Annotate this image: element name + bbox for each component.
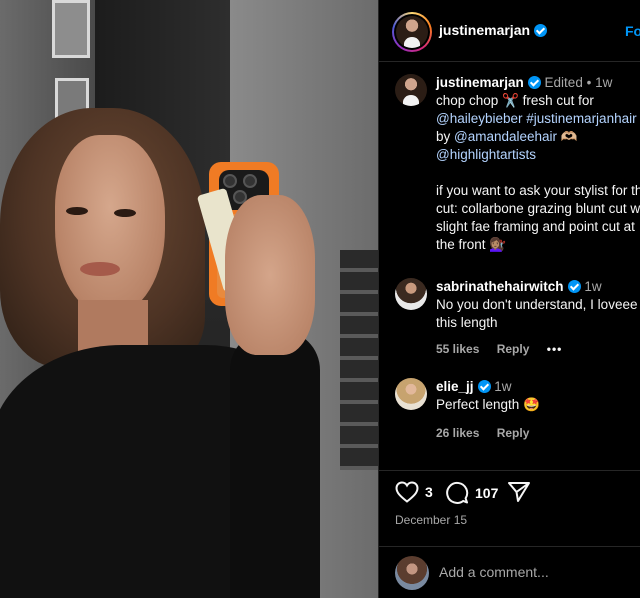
- post-date[interactable]: December 15: [395, 513, 467, 527]
- add-comment-input[interactable]: Add a comment...: [439, 564, 549, 580]
- caption-line: if you want to ask your stylist for this: [436, 183, 640, 198]
- comment-text: sabrinathehairwitch 1w No you don't unde…: [436, 278, 640, 332]
- comment-time[interactable]: 1w: [584, 279, 601, 294]
- comment-meta: 26 likes Reply: [436, 426, 543, 440]
- commenter-username[interactable]: sabrinathehairwitch: [436, 279, 564, 294]
- comment-line: this length: [436, 315, 498, 330]
- comment-line: No you don't understand, I loveee: [436, 297, 638, 312]
- commenter-username[interactable]: elie_jj: [436, 379, 474, 394]
- comment-line: Perfect length 🤩: [436, 397, 540, 412]
- hashtag-link[interactable]: #justinemarjanhair: [526, 111, 636, 126]
- caption-line: chop chop ✂️ fresh cut for: [436, 92, 640, 110]
- current-user-avatar: [395, 556, 429, 590]
- caption-time[interactable]: 1w: [595, 75, 612, 90]
- mention-link[interactable]: @highlightartists: [436, 147, 536, 162]
- caption-by-text: by: [436, 129, 451, 144]
- like-count[interactable]: 3: [425, 484, 433, 500]
- add-comment-bar: Add a comment...: [379, 546, 640, 598]
- photo-lips: [80, 262, 120, 276]
- post-actions: 3 107 December 15 Add a comment...: [379, 470, 640, 598]
- comment-meta: 55 likes Reply •••: [436, 342, 576, 356]
- like-button[interactable]: 3: [395, 481, 433, 503]
- comment-text: elie_jj 1w Perfect length 🤩: [436, 378, 640, 414]
- mention-link[interactable]: @amandaleehair: [454, 129, 557, 144]
- photo-arm: [230, 330, 320, 598]
- photo-eye: [66, 207, 88, 215]
- photo-staircase: [340, 250, 378, 470]
- commenter-avatar[interactable]: [395, 378, 427, 410]
- caption-line: @highlightartists: [436, 146, 640, 164]
- comment-bubble-icon[interactable]: [445, 481, 469, 505]
- caption-line: the front 💇🏽‍♀️: [436, 237, 507, 252]
- author-username-link[interactable]: justinemarjan: [439, 22, 548, 38]
- follow-button[interactable]: Fo: [625, 23, 640, 39]
- reply-button[interactable]: Reply: [497, 426, 530, 440]
- share-paper-plane-icon[interactable]: [507, 481, 531, 503]
- photo-face: [55, 135, 165, 315]
- photo-eye: [114, 209, 136, 217]
- edited-label: Edited: [544, 75, 583, 90]
- comment-likes[interactable]: 55 likes: [436, 342, 479, 356]
- share-button[interactable]: [507, 481, 531, 503]
- verified-badge-icon: [534, 24, 548, 37]
- comments-scroll-area[interactable]: justinemarjan Edited • 1w chop chop ✂️ f…: [379, 62, 640, 470]
- comment-time[interactable]: 1w: [494, 379, 511, 394]
- author-avatar[interactable]: [392, 12, 432, 52]
- photo-wall-frame: [52, 0, 90, 58]
- heart-hands-emoji: 🫶🏼: [560, 129, 578, 144]
- heart-icon[interactable]: [395, 481, 419, 503]
- caption-text: justinemarjan Edited • 1w chop chop ✂️ f…: [436, 74, 640, 254]
- post-photo[interactable]: [0, 0, 378, 598]
- verified-badge-icon: [567, 280, 581, 293]
- caption-line: slight fae framing and point cut at: [436, 219, 635, 234]
- separator: •: [586, 75, 592, 90]
- caption-line: @haileybieber #justinemarjanhair: [436, 110, 640, 128]
- caption-line: by @amandaleehair 🫶🏼: [436, 128, 640, 146]
- comment-button[interactable]: 107: [445, 481, 498, 505]
- mention-link[interactable]: @haileybieber: [436, 111, 523, 126]
- comment-likes[interactable]: 26 likes: [436, 426, 479, 440]
- post-header: justinemarjan Fo: [379, 0, 640, 62]
- verified-badge-icon: [477, 380, 491, 393]
- photo-hand: [225, 195, 315, 355]
- more-options-icon[interactable]: •••: [547, 342, 563, 356]
- caption-line: cut: collarbone grazing blunt cut with: [436, 201, 640, 216]
- caption-line-text: chop chop ✂️ fresh cut for: [436, 93, 594, 108]
- caption-username[interactable]: justinemarjan: [436, 75, 524, 90]
- commenter-avatar[interactable]: [395, 278, 427, 310]
- verified-badge-icon: [527, 76, 541, 89]
- post-side-panel: justinemarjan Fo justinemarjan Edited • …: [378, 0, 640, 598]
- reply-button[interactable]: Reply: [497, 342, 530, 356]
- author-username[interactable]: justinemarjan: [439, 22, 530, 38]
- comment-count[interactable]: 107: [475, 485, 498, 501]
- caption-author-avatar[interactable]: [395, 74, 427, 106]
